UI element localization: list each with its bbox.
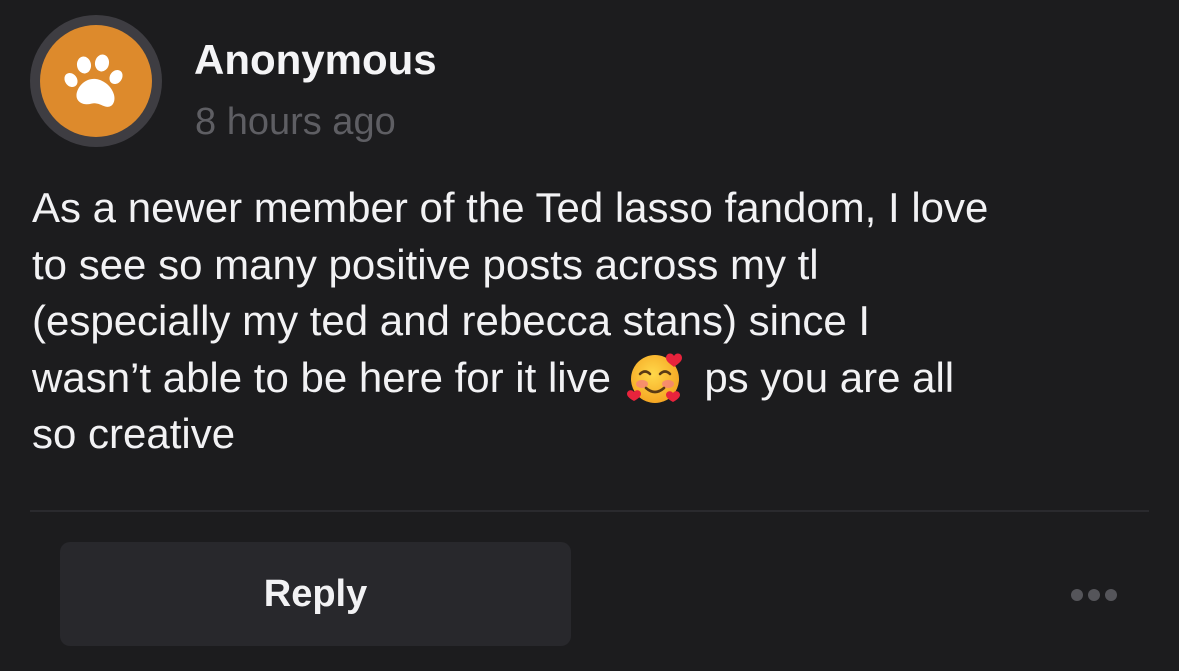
post-body-text: wasn’t able to be here for it live xyxy=(32,353,611,401)
post-body-line: to see so many positive posts across my … xyxy=(32,240,819,288)
avatar-circle xyxy=(40,25,152,137)
smiling-face-with-hearts-icon xyxy=(625,350,687,406)
paw-icon xyxy=(64,54,123,107)
comment-card: Anonymous 8 hours ago As a newer member … xyxy=(0,0,1179,671)
post-body-line: As a newer member of the Ted lasso fando… xyxy=(32,184,989,231)
author-name[interactable]: Anonymous xyxy=(194,36,437,84)
dot xyxy=(1071,589,1083,601)
post-body-line: so creative xyxy=(32,410,236,457)
post-timestamp: 8 hours ago xyxy=(195,101,396,143)
post-body: As a newer member of the Ted lasso fando… xyxy=(32,180,1152,463)
avatar[interactable] xyxy=(30,15,162,147)
dot xyxy=(1088,589,1100,601)
post-body-line-with-emoji: wasn’t able to be here for it live ps yo… xyxy=(32,350,1152,407)
divider xyxy=(30,510,1149,512)
dot xyxy=(1105,589,1117,601)
post-body-line: (especially my ted and rebecca stans) si… xyxy=(32,297,871,344)
more-dots-icon[interactable] xyxy=(1062,578,1126,612)
post-body-text: ps you are all xyxy=(704,353,955,401)
reply-button[interactable]: Reply xyxy=(60,542,571,646)
